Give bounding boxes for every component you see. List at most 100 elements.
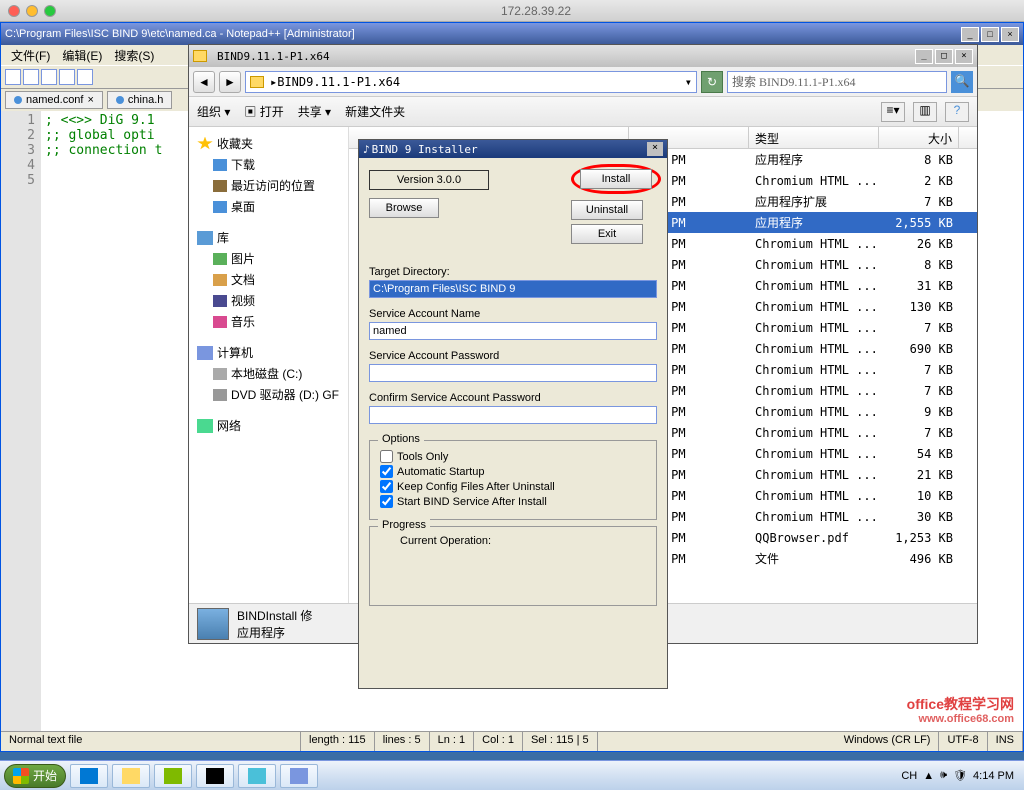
menu-file[interactable]: 文件(F) bbox=[7, 47, 54, 63]
refresh-button[interactable]: ↻ bbox=[701, 71, 723, 93]
start-service-checkbox[interactable] bbox=[380, 495, 393, 508]
new-folder-button[interactable]: 新建文件夹 bbox=[345, 103, 405, 120]
tray-icon[interactable]: 🛡 bbox=[953, 769, 967, 782]
nav-videos[interactable]: 视频 bbox=[195, 290, 342, 311]
file-row[interactable]: 2:54 PMChromium HTML ...7 KB bbox=[629, 359, 977, 380]
maximize-button[interactable]: □ bbox=[935, 49, 953, 64]
file-row[interactable]: 2:54 PMChromium HTML ...2 KB bbox=[629, 170, 977, 191]
menu-search[interactable]: 搜索(S) bbox=[110, 47, 158, 63]
task-explorer[interactable] bbox=[112, 764, 150, 788]
save-icon[interactable] bbox=[41, 69, 57, 85]
menu-edit[interactable]: 编辑(E) bbox=[58, 47, 106, 63]
close-button[interactable]: × bbox=[1001, 27, 1019, 42]
new-icon[interactable] bbox=[5, 69, 21, 85]
svc-pass-input[interactable] bbox=[369, 364, 657, 382]
tray-icon[interactable]: ▲ bbox=[923, 770, 934, 782]
nav-downloads[interactable]: 下载 bbox=[195, 154, 342, 175]
preview-pane-button[interactable]: ▥ bbox=[913, 102, 937, 122]
minimize-icon[interactable] bbox=[26, 5, 38, 17]
tab-close-icon[interactable]: × bbox=[87, 94, 93, 106]
minimize-button[interactable]: _ bbox=[915, 49, 933, 64]
svc-pass2-input[interactable] bbox=[369, 406, 657, 424]
file-row[interactable]: 2:54 PMChromium HTML ...30 KB bbox=[629, 506, 977, 527]
tools-only-checkbox[interactable] bbox=[380, 450, 393, 463]
file-row[interactable]: 2:54 PMChromium HTML ...26 KB bbox=[629, 233, 977, 254]
target-dir-input[interactable] bbox=[369, 280, 657, 298]
address-bar-row: ◄ ► ▸ BIND9.11.1-P1.x64 ▾ ↻ 搜索 BIND9.11.… bbox=[189, 67, 977, 97]
file-row[interactable]: 2:54 PMChromium HTML ...7 KB bbox=[629, 380, 977, 401]
help-button[interactable]: ? bbox=[945, 102, 969, 122]
npp-titlebar[interactable]: C:\Program Files\ISC BIND 9\etc\named.ca… bbox=[1, 23, 1023, 45]
view-options-button[interactable]: ≡▾ bbox=[881, 102, 905, 122]
search-input[interactable]: 搜索 BIND9.11.1-P1.x64 bbox=[727, 71, 947, 93]
header-type[interactable]: 类型 bbox=[749, 127, 879, 148]
file-row[interactable]: 2:54 PMChromium HTML ...7 KB bbox=[629, 317, 977, 338]
nav-recent[interactable]: 最近访问的位置 bbox=[195, 175, 342, 196]
file-row[interactable]: 2:54 PMChromium HTML ...21 KB bbox=[629, 464, 977, 485]
close-icon[interactable] bbox=[8, 5, 20, 17]
favorites-group[interactable]: 收藏夹 bbox=[195, 133, 342, 154]
nav-documents[interactable]: 文档 bbox=[195, 269, 342, 290]
file-row[interactable]: 2:54 PM文件496 KB bbox=[629, 548, 977, 569]
clock[interactable]: 4:14 PM bbox=[973, 770, 1014, 782]
file-row[interactable]: 2:54 PMChromium HTML ...8 KB bbox=[629, 254, 977, 275]
network-group[interactable]: 网络 bbox=[195, 415, 342, 436]
zoom-icon[interactable] bbox=[44, 5, 56, 17]
tab-named-conf[interactable]: named.conf× bbox=[5, 91, 103, 109]
search-button[interactable]: 🔍 bbox=[951, 71, 973, 93]
forward-button[interactable]: ► bbox=[219, 71, 241, 93]
file-row[interactable]: 2:54 PMChromium HTML ...54 KB bbox=[629, 443, 977, 464]
explorer-titlebar[interactable]: BIND9.11.1-P1.x64 _ □ × bbox=[189, 45, 977, 67]
close-button[interactable]: × bbox=[647, 142, 663, 156]
libraries-group[interactable]: 库 bbox=[195, 227, 342, 248]
svc-name-input[interactable] bbox=[369, 322, 657, 340]
exit-button[interactable]: Exit bbox=[571, 224, 643, 244]
file-row[interactable]: 2:54 PMChromium HTML ...10 KB bbox=[629, 485, 977, 506]
system-tray: CH ▲ 🕪 🛡 4:14 PM bbox=[901, 769, 1020, 782]
auto-startup-checkbox[interactable] bbox=[380, 465, 393, 478]
file-row[interactable]: 2:54 PMChromium HTML ...690 KB bbox=[629, 338, 977, 359]
nav-dvd[interactable]: DVD 驱动器 (D:) GF bbox=[195, 384, 342, 405]
npp-title: C:\Program Files\ISC BIND 9\etc\named.ca… bbox=[5, 28, 961, 40]
file-row[interactable]: 2:54 PMChromium HTML ...7 KB bbox=[629, 422, 977, 443]
browse-button[interactable]: Browse bbox=[369, 198, 439, 218]
file-row[interactable]: 2:54 PM应用程序扩展7 KB bbox=[629, 191, 977, 212]
language-indicator[interactable]: CH bbox=[901, 770, 917, 782]
task-notepadpp[interactable] bbox=[154, 764, 192, 788]
minimize-button[interactable]: _ bbox=[961, 27, 979, 42]
installer-titlebar[interactable]: ♪ BIND 9 Installer × bbox=[359, 140, 667, 158]
header-size[interactable]: 大小 bbox=[879, 127, 959, 148]
back-button[interactable]: ◄ bbox=[193, 71, 215, 93]
open-icon[interactable] bbox=[23, 69, 39, 85]
file-row[interactable]: 2:54 PMChromium HTML ...31 KB bbox=[629, 275, 977, 296]
saveall-icon[interactable] bbox=[59, 69, 75, 85]
nav-pictures[interactable]: 图片 bbox=[195, 248, 342, 269]
file-row[interactable]: 2:54 PMChromium HTML ...9 KB bbox=[629, 401, 977, 422]
file-row[interactable]: 2:54 PM应用程序2,555 KB bbox=[629, 212, 977, 233]
task-cmd[interactable] bbox=[196, 764, 234, 788]
computer-group[interactable]: 计算机 bbox=[195, 342, 342, 363]
open-button[interactable]: ▣ 打开 bbox=[244, 103, 283, 120]
tray-icon[interactable]: 🕪 bbox=[940, 769, 947, 782]
print-icon[interactable] bbox=[77, 69, 93, 85]
share-menu[interactable]: 共享 ▾ bbox=[298, 103, 331, 120]
nav-music[interactable]: 音乐 bbox=[195, 311, 342, 332]
install-button[interactable]: Install bbox=[580, 169, 652, 189]
close-button[interactable]: × bbox=[955, 49, 973, 64]
uninstall-button[interactable]: Uninstall bbox=[571, 200, 643, 220]
organize-menu[interactable]: 组织 ▾ bbox=[197, 103, 230, 120]
task-app[interactable] bbox=[238, 764, 276, 788]
task-powershell[interactable] bbox=[70, 764, 108, 788]
nav-disk-c[interactable]: 本地磁盘 (C:) bbox=[195, 363, 342, 384]
file-row[interactable]: 2:54 PMChromium HTML ...130 KB bbox=[629, 296, 977, 317]
file-row[interactable]: 2:54 PMQQBrowser.pdf1,253 KB bbox=[629, 527, 977, 548]
file-row[interactable]: 2:54 PM应用程序8 KB bbox=[629, 149, 977, 170]
task-installer[interactable] bbox=[280, 764, 318, 788]
file-row[interactable]: 7 AM bbox=[629, 569, 977, 590]
nav-desktop[interactable]: 桌面 bbox=[195, 196, 342, 217]
tab-china-h[interactable]: china.h bbox=[107, 91, 172, 109]
maximize-button[interactable]: □ bbox=[981, 27, 999, 42]
keep-config-checkbox[interactable] bbox=[380, 480, 393, 493]
start-button[interactable]: 开始 bbox=[4, 764, 66, 788]
address-bar[interactable]: ▸ BIND9.11.1-P1.x64 ▾ bbox=[245, 71, 697, 93]
